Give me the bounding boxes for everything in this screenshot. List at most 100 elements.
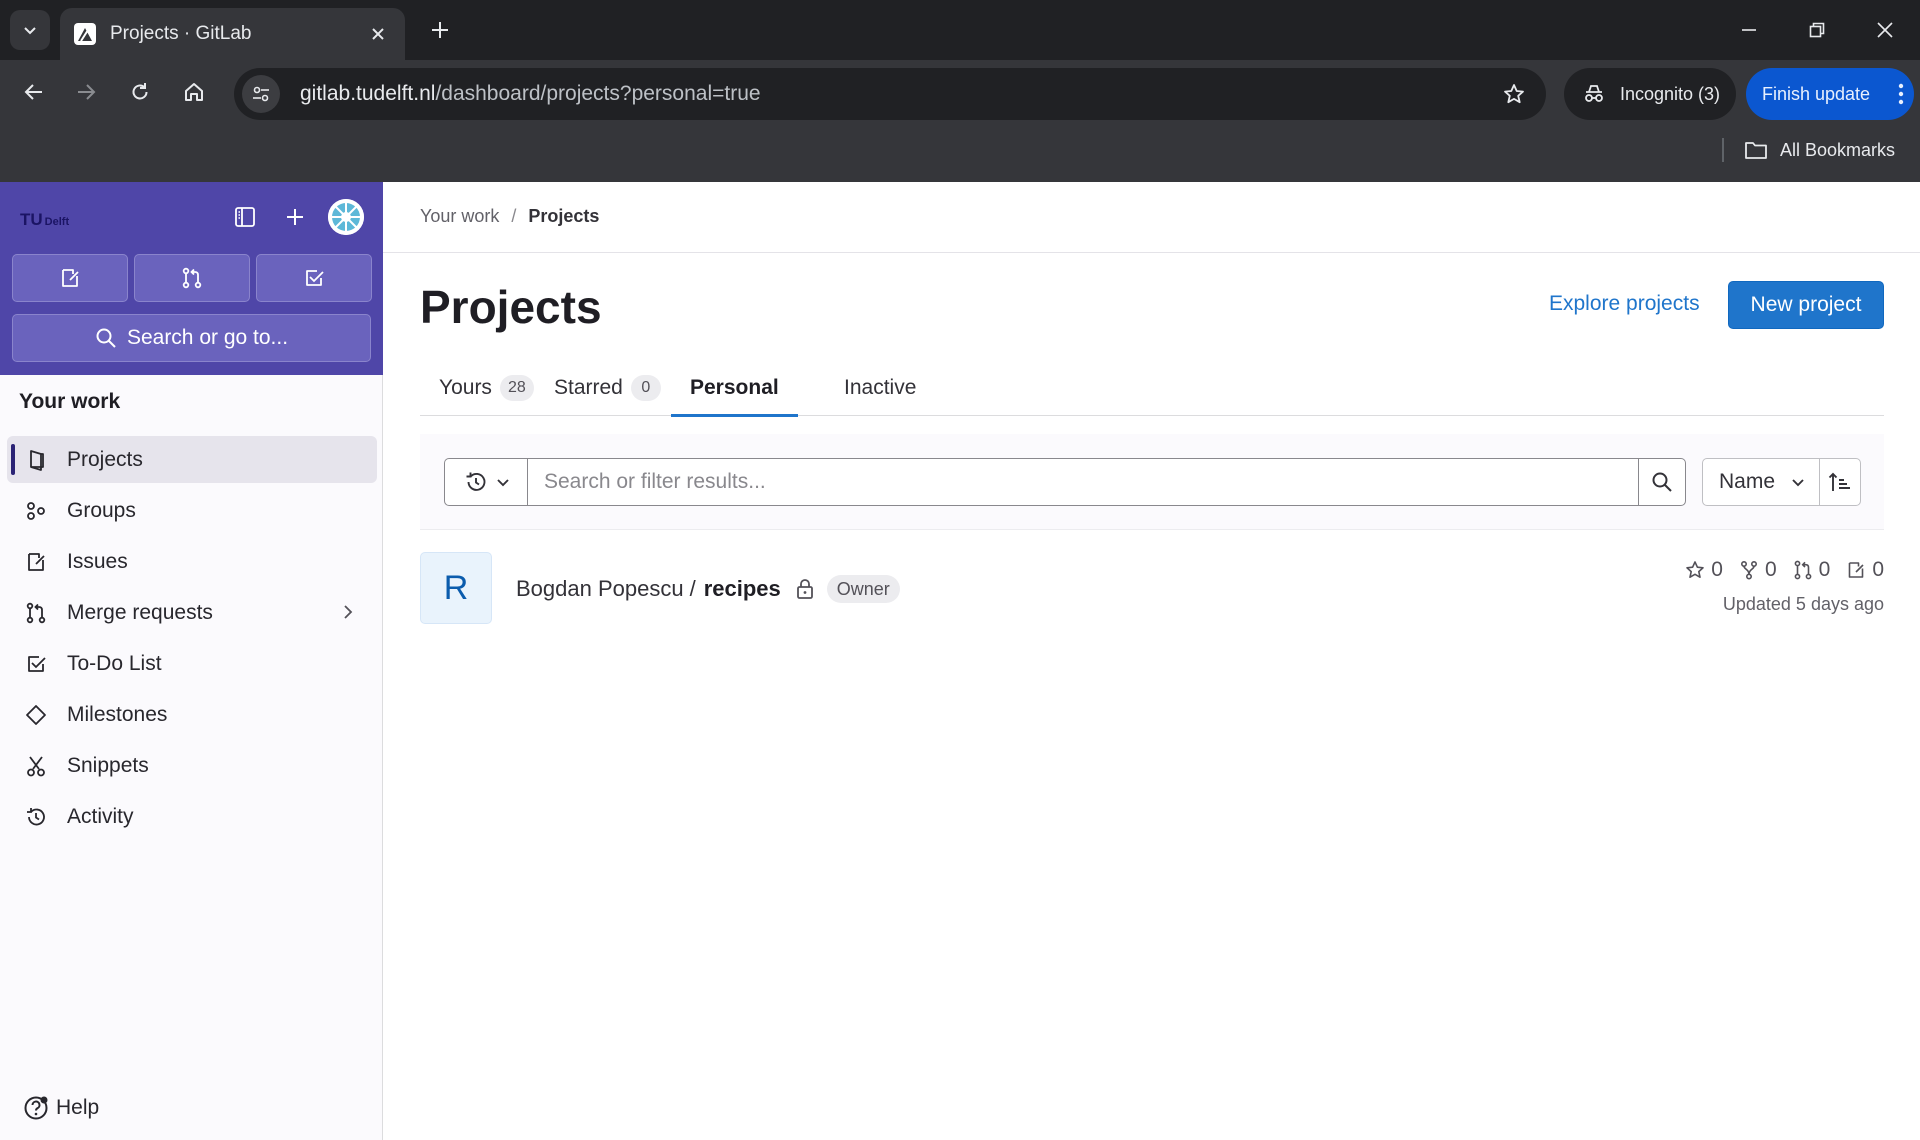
gitlab-favicon-icon <box>74 23 96 45</box>
breadcrumb-current[interactable]: Projects <box>528 206 599 227</box>
arrow-right-icon <box>78 84 96 100</box>
sidebar-item-label: Snippets <box>67 753 149 777</box>
sidebar-item-groups[interactable]: Groups <box>7 487 377 534</box>
back-button[interactable] <box>14 72 54 112</box>
bookmark-star-button[interactable] <box>1494 74 1534 114</box>
sidebar-item-merge-requests[interactable]: Merge requests <box>7 589 377 636</box>
sidebar-item-label: Issues <box>67 549 128 573</box>
sidebar: TU Delft Search or go to... Your work Pr… <box>0 182 383 1140</box>
sort-by-dropdown[interactable]: Name <box>1702 458 1820 506</box>
group-icon <box>23 498 49 524</box>
filter-search-button[interactable] <box>1638 458 1686 506</box>
arrow-left-icon <box>24 84 42 100</box>
forks-value: 0 <box>1764 558 1777 581</box>
explore-projects-link[interactable]: Explore projects <box>1549 292 1700 316</box>
sidebar-header: TU Delft Search or go to... <box>0 182 383 375</box>
tab-yours[interactable]: Yours 28 <box>439 360 534 416</box>
breadcrumb: Your work / Projects <box>420 206 599 227</box>
finish-update-button[interactable]: Finish update <box>1746 68 1914 120</box>
incognito-button[interactable]: Incognito (3) <box>1564 68 1736 120</box>
chevron-down-icon <box>1792 479 1804 487</box>
sidebar-search-label: Search or go to... <box>126 326 289 349</box>
history-icon <box>23 804 49 830</box>
chevron-down-icon <box>24 27 36 35</box>
restore-window-button[interactable] <box>1794 10 1840 50</box>
sort-by-label: Name <box>1719 470 1776 493</box>
milestone-icon <box>23 702 49 728</box>
sidebar-item-todo-list[interactable]: To-Do List <box>7 640 377 687</box>
create-new-button[interactable] <box>275 197 315 237</box>
sidebar-item-milestones[interactable]: Milestones <box>7 691 377 738</box>
user-avatar[interactable] <box>328 199 364 235</box>
sidebar-item-projects[interactable]: Projects <box>7 436 377 483</box>
sidebar-item-issues[interactable]: Issues <box>7 538 377 585</box>
sidebar-search-button[interactable]: Search or go to... <box>12 314 371 362</box>
restore-icon <box>1809 22 1825 38</box>
snippet-icon <box>23 753 49 779</box>
avatar-pattern-icon <box>328 199 364 235</box>
forward-button[interactable] <box>66 72 106 112</box>
browser-tab-active[interactable]: Projects · GitLab <box>60 8 405 60</box>
sidebar-item-snippets[interactable]: Snippets <box>7 742 377 789</box>
issues-count[interactable]: 0 <box>1846 558 1884 582</box>
project-name: recipes <box>703 576 781 601</box>
tab-close-icon[interactable] <box>365 21 391 47</box>
lock-icon <box>795 578 815 600</box>
tab-search-button[interactable] <box>10 10 50 50</box>
todos-shortcut-button[interactable] <box>256 254 372 302</box>
home-button[interactable] <box>174 72 214 112</box>
sidebar-item-activity[interactable]: Activity <box>7 793 377 840</box>
project-row: R Bogdan Popescu / recipes Owner 0 0 0 0… <box>420 552 1884 628</box>
tu-delft-logo[interactable]: TU Delft <box>20 204 69 230</box>
sort-direction-button[interactable] <box>1819 458 1861 506</box>
reload-button[interactable] <box>120 72 160 112</box>
more-vert-icon <box>1898 83 1904 105</box>
sidebar-section-title: Your work <box>19 390 121 413</box>
new-tab-button[interactable] <box>424 14 456 46</box>
search-icon <box>96 328 116 348</box>
page-title: Projects <box>420 281 602 333</box>
help-button[interactable]: Help <box>22 1094 99 1122</box>
stars-count[interactable]: 0 <box>1685 558 1723 582</box>
recent-searches-button[interactable] <box>444 458 528 506</box>
tab-inactive[interactable]: Inactive <box>844 360 916 416</box>
todo-icon <box>306 270 324 286</box>
minimize-window-button[interactable] <box>1726 10 1772 50</box>
url-text[interactable]: gitlab.tudelft.nl/dashboard/projects?per… <box>300 82 1494 106</box>
issues-icon <box>23 549 49 575</box>
project-stats: 0 0 0 0 <box>1685 558 1884 582</box>
merge-requests-count[interactable]: 0 <box>1793 558 1830 582</box>
role-badge: Owner <box>826 575 900 603</box>
count-badge: 0 <box>630 375 661 401</box>
browser-toolbar: gitlab.tudelft.nl/dashboard/projects?per… <box>0 60 1920 122</box>
sidebar-nav: Projects Groups Issues Merge requests To… <box>7 436 377 844</box>
sidebar-icon <box>235 207 255 227</box>
issues-value: 0 <box>1872 558 1884 581</box>
project-tabs: Yours 28 Starred 0 Personal Inactive <box>420 360 1884 417</box>
site-info-button[interactable] <box>242 75 280 113</box>
all-bookmarks-button[interactable]: All Bookmarks <box>1744 134 1895 166</box>
tab-title: Projects · GitLab <box>110 23 252 44</box>
project-avatar[interactable]: R <box>420 552 492 624</box>
star-icon <box>1504 84 1524 104</box>
close-window-button[interactable] <box>1862 10 1908 50</box>
incognito-icon <box>1585 85 1603 102</box>
count-badge: 28 <box>499 375 534 401</box>
filter-search-input[interactable] <box>527 458 1639 506</box>
close-icon <box>1877 22 1893 38</box>
forks-count[interactable]: 0 <box>1739 558 1777 582</box>
tab-personal[interactable]: Personal <box>671 360 798 417</box>
address-bar[interactable]: gitlab.tudelft.nl/dashboard/projects?per… <box>234 68 1546 120</box>
search-icon <box>1652 472 1672 492</box>
toggle-sidebar-button[interactable] <box>225 197 265 237</box>
tab-starred[interactable]: Starred 0 <box>554 360 661 416</box>
tab-label: Starred <box>554 376 623 399</box>
sidebar-item-label: Activity <box>67 804 134 828</box>
tune-icon <box>253 86 269 102</box>
sidebar-item-label: Milestones <box>67 702 168 726</box>
new-project-button[interactable]: New project <box>1728 281 1884 329</box>
breadcrumb-parent-link[interactable]: Your work <box>420 206 499 227</box>
assigned-issues-button[interactable] <box>12 254 128 302</box>
merge-requests-shortcut-button[interactable] <box>134 254 250 302</box>
project-title-link[interactable]: Bogdan Popescu / recipes Owner <box>516 575 900 603</box>
